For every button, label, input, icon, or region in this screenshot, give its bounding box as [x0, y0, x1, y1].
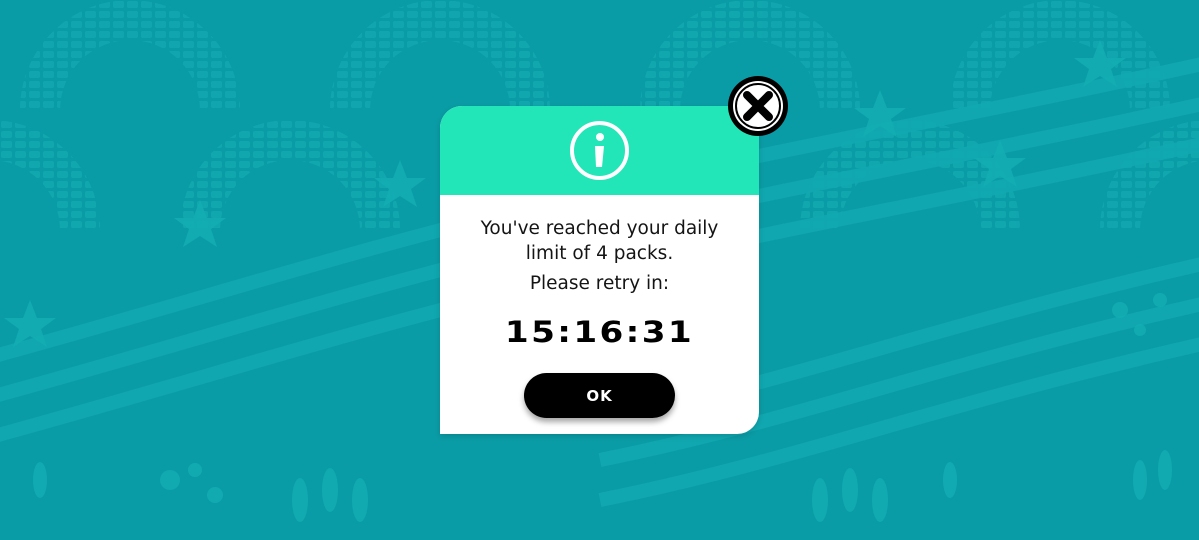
limit-message: You've reached your daily limit of 4 pac… [440, 216, 759, 266]
limit-message-line-1: You've reached your daily [480, 218, 719, 239]
countdown-timer: 15:16:31 [504, 315, 695, 349]
retry-label: Please retry in: [529, 273, 670, 294]
info-icon [570, 121, 629, 180]
close-icon[interactable] [726, 74, 790, 138]
ok-button[interactable]: OK [524, 373, 675, 418]
dialog-header [440, 106, 759, 195]
daily-limit-dialog: You've reached your daily limit of 4 pac… [440, 106, 759, 434]
limit-message-line-2: limit of 4 packs. [525, 243, 674, 264]
